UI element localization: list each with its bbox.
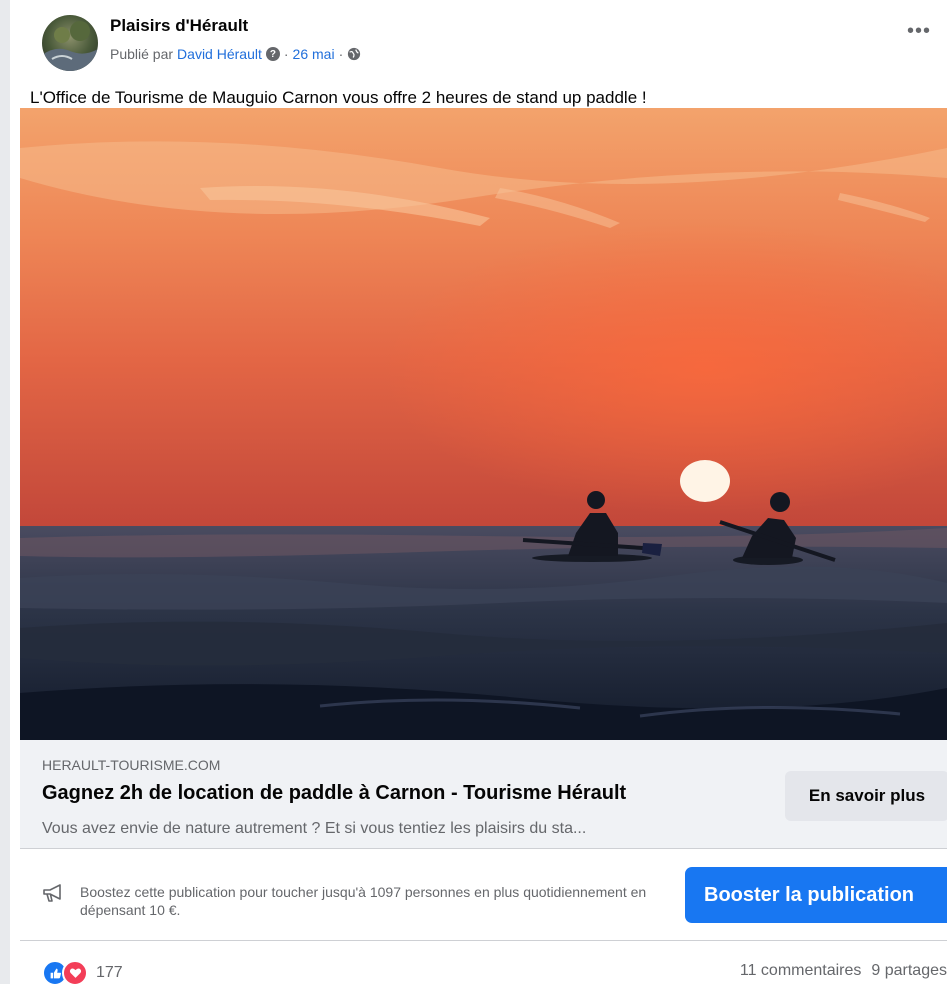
page-avatar[interactable] — [42, 15, 98, 71]
divider — [20, 940, 947, 941]
post-image[interactable] — [20, 108, 947, 740]
engagement-stats: 11 commentaires 9 partages — [740, 962, 947, 980]
reaction-count: 177 — [96, 964, 123, 981]
link-description: Vous avez envie de nature autrement ? Et… — [42, 820, 587, 837]
more-options-button[interactable]: ••• — [903, 21, 935, 48]
learn-more-button[interactable]: En savoir plus — [785, 771, 947, 821]
info-icon[interactable]: ? — [265, 47, 280, 61]
love-icon — [62, 960, 88, 986]
post-meta: Publié par David Hérault ? · 26 mai · — [110, 46, 361, 62]
published-by-prefix: Publié par — [110, 46, 174, 62]
globe-icon — [348, 47, 361, 61]
author-link[interactable]: David Hérault — [177, 46, 262, 62]
meta-separator: · — [283, 46, 289, 62]
boost-description: Boostez cette publication pour toucher j… — [80, 884, 647, 918]
comments-count-link[interactable]: 11 commentaires — [740, 962, 862, 980]
megaphone-icon — [43, 884, 61, 902]
meta-separator: · — [338, 46, 344, 62]
link-domain: HERAULT-TOURISME.COM — [42, 757, 221, 773]
link-preview-card[interactable]: HERAULT-TOURISME.COM Gagnez 2h de locati… — [20, 740, 947, 848]
reactions-summary[interactable]: 177 — [42, 960, 123, 986]
post-date-link[interactable]: 26 mai — [293, 46, 335, 62]
post-text: L'Office de Tourisme de Mauguio Carnon v… — [30, 88, 647, 107]
divider — [20, 848, 947, 849]
link-title[interactable]: Gagnez 2h de location de paddle à Carnon… — [42, 782, 626, 805]
left-rail — [0, 0, 10, 984]
boost-post-button[interactable]: Booster la publication — [685, 867, 947, 923]
page-name[interactable]: Plaisirs d'Hérault — [110, 16, 248, 36]
shares-count-link[interactable]: 9 partages — [871, 962, 947, 980]
